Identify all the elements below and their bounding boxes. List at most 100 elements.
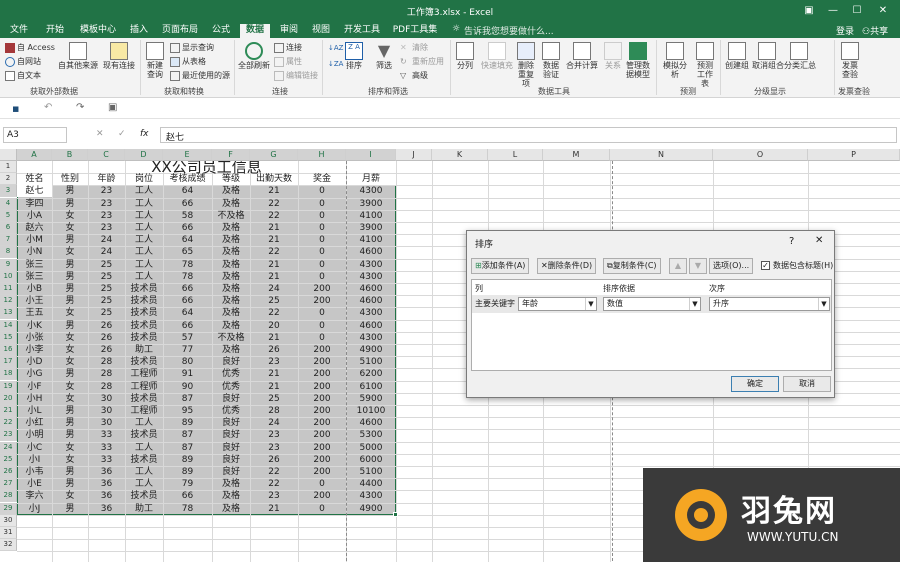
data-cell[interactable]: 及格 — [212, 234, 250, 246]
data-cell[interactable]: 男 — [52, 429, 88, 441]
data-cell[interactable]: 28 — [88, 356, 125, 368]
row-header-9[interactable]: 9 — [0, 258, 17, 271]
from-table-button[interactable]: 从表格 — [170, 56, 206, 67]
data-cell[interactable]: 4600 — [346, 320, 396, 332]
row-header-20[interactable]: 20 — [0, 392, 17, 405]
data-cell[interactable]: 男 — [52, 283, 88, 295]
row-header-31[interactable]: 31 — [0, 527, 17, 539]
tab-pdf[interactable]: PDF工具集 — [390, 24, 440, 38]
row-header-8[interactable]: 8 — [0, 246, 17, 259]
data-cell[interactable]: 及格 — [212, 246, 250, 258]
data-cell[interactable]: 30 — [88, 393, 125, 405]
data-cell[interactable]: 25 — [250, 295, 298, 307]
from-web-button[interactable]: 自网站 — [5, 56, 41, 67]
select-all-corner[interactable] — [0, 149, 17, 161]
enter-icon[interactable]: ✓ — [118, 129, 126, 139]
data-cell[interactable]: 33 — [88, 429, 125, 441]
row-header-3[interactable]: 3 — [0, 185, 17, 198]
data-cell[interactable]: 20 — [250, 320, 298, 332]
row-header-22[interactable]: 22 — [0, 417, 17, 430]
column-header-M[interactable]: M — [543, 149, 610, 161]
column-header-H[interactable]: H — [298, 149, 346, 161]
data-cell[interactable]: 技术员 — [125, 283, 163, 295]
data-cell[interactable]: 4300 — [346, 332, 396, 344]
other-sources-button[interactable]: 自其他来源 — [58, 42, 98, 70]
row-header-29[interactable]: 29 — [0, 502, 17, 515]
data-cell[interactable]: 24 — [250, 283, 298, 295]
data-cell[interactable]: 李四 — [17, 198, 52, 210]
data-cell[interactable]: 4600 — [346, 295, 396, 307]
row-header-14[interactable]: 14 — [0, 319, 17, 332]
data-cell[interactable]: 小李 — [17, 344, 52, 356]
close-icon[interactable]: ✕ — [874, 3, 892, 19]
data-cell[interactable]: 优秀 — [212, 368, 250, 380]
options-button[interactable]: 选项(O)... — [709, 258, 754, 274]
data-cell[interactable]: 技术员 — [125, 490, 163, 502]
data-cell[interactable]: 21 — [250, 234, 298, 246]
data-cell[interactable]: 小K — [17, 320, 52, 332]
delete-level-button[interactable]: ✕删除条件(D) — [537, 258, 597, 274]
data-cell[interactable]: 6000 — [346, 454, 396, 466]
data-cell[interactable]: 23 — [250, 356, 298, 368]
data-cell[interactable]: 0 — [298, 210, 346, 222]
data-cell[interactable]: 26 — [250, 344, 298, 356]
forecast-sheet-button[interactable]: 预测工作表 — [694, 42, 716, 88]
header-cell[interactable]: 性别 — [52, 173, 88, 185]
data-cell[interactable]: 89 — [163, 466, 212, 478]
sort-za-icon[interactable]: ↓ZA — [328, 60, 343, 68]
move-down-button[interactable]: ▼ — [689, 258, 707, 274]
data-cell[interactable]: 小红 — [17, 417, 52, 429]
sort-button[interactable]: Z A 排序 — [344, 42, 364, 70]
data-cell[interactable]: 21 — [250, 222, 298, 234]
column-header-J[interactable]: J — [396, 149, 432, 161]
column-header-K[interactable]: K — [432, 149, 488, 161]
sort-on-select[interactable]: 数值 ▼ — [603, 297, 701, 311]
data-cell[interactable]: 0 — [298, 503, 346, 515]
ok-button[interactable]: 确定 — [731, 376, 779, 392]
tab-data[interactable]: 数据 — [240, 24, 270, 38]
data-cell[interactable]: 4900 — [346, 503, 396, 515]
data-cell[interactable]: 87 — [163, 393, 212, 405]
data-cell[interactable]: 小王 — [17, 295, 52, 307]
tab-templates[interactable]: 模板中心 — [76, 24, 120, 38]
text-to-columns-button[interactable]: 分列 — [454, 42, 476, 70]
column-header-I[interactable]: I — [346, 149, 396, 161]
header-cell[interactable]: 奖金 — [298, 173, 346, 185]
tab-formulas[interactable]: 公式 — [208, 24, 234, 38]
data-cell[interactable]: 小张 — [17, 332, 52, 344]
data-cell[interactable]: 200 — [298, 490, 346, 502]
data-cell[interactable]: 小L — [17, 405, 52, 417]
header-cell[interactable]: 出勤天数 — [250, 173, 298, 185]
dialog-close-button[interactable]: ✕ — [815, 235, 823, 246]
data-cell[interactable]: 36 — [88, 478, 125, 490]
data-cell[interactable]: 21 — [250, 185, 298, 197]
data-cell[interactable]: 4300 — [346, 307, 396, 319]
data-cell[interactable]: 4300 — [346, 259, 396, 271]
data-cell[interactable]: 21 — [250, 271, 298, 283]
data-cell[interactable]: 21 — [250, 503, 298, 515]
data-cell[interactable]: 4600 — [346, 283, 396, 295]
data-cell[interactable]: 4600 — [346, 246, 396, 258]
data-cell[interactable]: 200 — [298, 417, 346, 429]
data-cell[interactable]: 25 — [250, 393, 298, 405]
column-header-N[interactable]: N — [610, 149, 713, 161]
tab-developer[interactable]: 开发工具 — [340, 24, 384, 38]
data-cell[interactable]: 4100 — [346, 234, 396, 246]
data-cell[interactable]: 95 — [163, 405, 212, 417]
data-cell[interactable]: 张三 — [17, 271, 52, 283]
data-cell[interactable]: 男 — [52, 478, 88, 490]
row-header-23[interactable]: 23 — [0, 429, 17, 442]
data-cell[interactable]: 小B — [17, 283, 52, 295]
data-cell[interactable]: 200 — [298, 295, 346, 307]
data-cell[interactable]: 技术员 — [125, 429, 163, 441]
header-cell[interactable]: 岗位 — [125, 173, 163, 185]
customize-qat-icon[interactable]: ▣ — [108, 102, 117, 113]
data-cell[interactable]: 张三 — [17, 259, 52, 271]
data-cell[interactable]: 0 — [298, 234, 346, 246]
data-cell[interactable]: 25 — [88, 259, 125, 271]
data-cell[interactable]: 及格 — [212, 222, 250, 234]
manage-data-model-button[interactable]: 管理数据模型 — [626, 42, 650, 79]
order-select[interactable]: 升序 ▼ — [709, 297, 830, 311]
new-query-button[interactable]: 新建查询 — [144, 42, 166, 79]
add-level-button[interactable]: ⊞添加条件(A) — [471, 258, 530, 274]
